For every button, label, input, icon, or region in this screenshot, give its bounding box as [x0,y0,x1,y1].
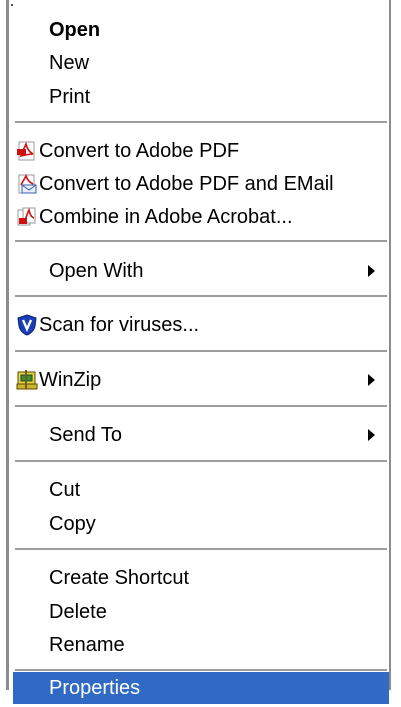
menu-separator [15,460,387,462]
menu-item-label: New [49,51,90,74]
menu-item-new[interactable]: New [13,47,389,79]
menu-item-label: Convert to Adobe PDF and EMail [39,172,334,195]
submenu-arrow-icon [368,265,375,277]
menu-separator [15,295,387,297]
menu-item-properties[interactable]: Properties [13,672,389,704]
menu-item-label: Properties [49,676,141,699]
menu-item-rename[interactable]: Rename [13,629,389,661]
menu-separator [15,548,387,550]
menu-item-open[interactable]: Open [13,14,389,46]
menu-separator [15,350,387,352]
menu-separator [15,240,387,242]
menu-item-label: Open [49,18,101,41]
menu-item-convert-to-adobe-pdf-and-email[interactable]: Convert to Adobe PDF and EMail [13,168,389,200]
menu-item-label: Copy [49,512,96,535]
menu-item-cut[interactable]: Cut [13,474,389,506]
adobe-acrobat-combine-icon [17,207,36,226]
menu-item-delete[interactable]: Delete [13,596,389,628]
winzip-icon [16,370,38,390]
menu-item-label: Create Shortcut [49,566,190,589]
adobe-pdf-email-icon [18,173,37,194]
menu-item-open-with[interactable]: Open With [13,255,389,287]
submenu-arrow-icon [368,429,375,441]
menu-item-scan-for-viruses[interactable]: Scan for viruses... [13,309,389,341]
menu-item-winzip[interactable]: WinZip [13,364,389,396]
menu-item-label: Delete [49,600,107,623]
menu-item-label: Open With [49,259,144,282]
menu-item-combine-in-adobe-acrobat[interactable]: Combine in Adobe Acrobat... [13,201,389,233]
menu-item-label: Send To [49,423,123,446]
menu-item-send-to[interactable]: Send To [13,419,389,451]
menu-item-label: Print [49,85,91,108]
menu-item-convert-to-adobe-pdf[interactable]: Convert to Adobe PDF [13,135,389,167]
menu-item-label: Rename [49,633,125,656]
menu-item-create-shortcut[interactable]: Create Shortcut [13,562,389,594]
menu-item-label: Cut [49,478,81,501]
menu-separator [15,405,387,407]
antivirus-shield-icon [17,314,37,336]
menu-item-label: Convert to Adobe PDF [39,139,240,162]
menu-separator [15,121,387,123]
menu-item-copy[interactable]: Copy [13,508,389,540]
menu-item-label: Scan for viruses... [39,313,200,336]
adobe-pdf-icon [17,141,35,161]
menu-separator [15,669,387,671]
menu-item-label: Combine in Adobe Acrobat... [39,205,293,228]
context-menu: Open New Print Convert to Adobe PDF Conv… [6,0,391,704]
menu-item-label: WinZip [39,368,102,391]
menu-corner-dot [11,4,13,6]
submenu-arrow-icon [368,374,375,386]
menu-item-print[interactable]: Print [13,81,389,113]
